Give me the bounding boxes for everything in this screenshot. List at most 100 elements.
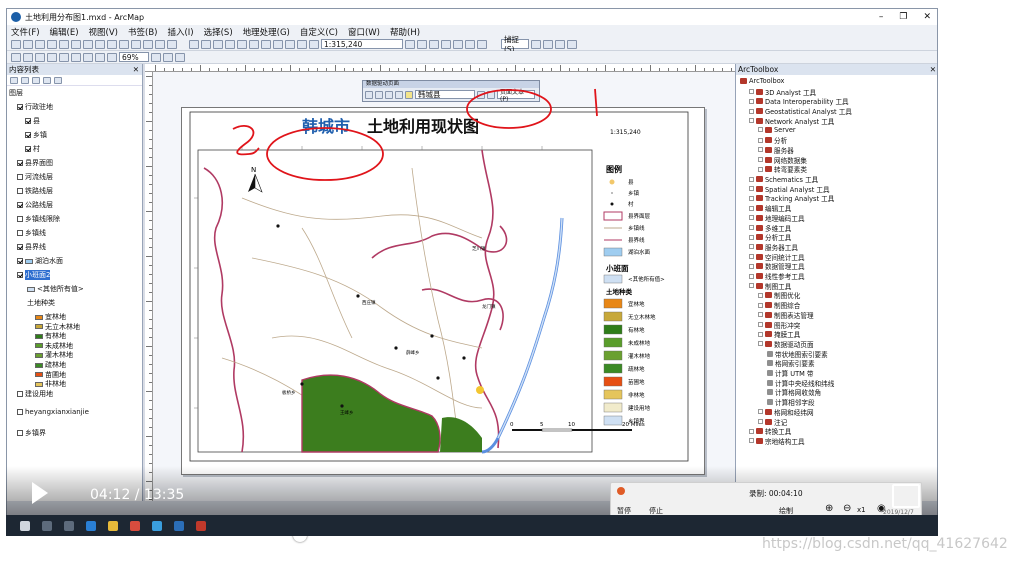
toolbox-item[interactable]: 掩膜工具 — [758, 329, 800, 339]
layer-checkbox[interactable] — [17, 258, 23, 264]
layer-checkbox[interactable] — [17, 160, 23, 166]
toolbox-item[interactable]: Network Analyst 工具 — [749, 116, 834, 126]
toolbox-item[interactable]: 制图综合 — [758, 300, 800, 310]
expand-icon[interactable] — [749, 186, 754, 192]
zoom-out-icon[interactable] — [23, 39, 33, 49]
layer-checkbox[interactable] — [17, 216, 23, 222]
snap-point-icon[interactable] — [531, 39, 541, 49]
expand-icon[interactable] — [758, 302, 763, 308]
layer-checkbox[interactable] — [25, 118, 31, 124]
zoom-out-recorder-icon[interactable]: ⊖ — [843, 503, 851, 514]
menu-item[interactable]: 文件(F) — [11, 26, 40, 38]
toc-item[interactable]: 建设用地 — [17, 389, 53, 399]
fixed-zoom-in-icon[interactable] — [59, 39, 69, 49]
toolbox-item[interactable]: 3D Analyst 工具 — [749, 87, 816, 97]
change-layout-icon[interactable] — [175, 52, 185, 62]
redo-icon[interactable] — [297, 39, 307, 49]
menu-item[interactable]: 帮助(H) — [390, 26, 420, 38]
list-by-visibility-icon[interactable] — [32, 76, 40, 84]
toolbox-item[interactable]: ArcToolbox — [740, 77, 784, 85]
layer-checkbox[interactable] — [17, 430, 23, 436]
layout-zoom-in-icon[interactable] — [11, 52, 21, 62]
toc-item[interactable]: 乡镇 — [25, 130, 47, 140]
toc-options-icon[interactable] — [54, 76, 62, 84]
minimize-icon[interactable]: – — [879, 12, 884, 22]
python-icon[interactable] — [477, 39, 487, 49]
toc-item[interactable]: 村 — [25, 144, 40, 154]
list-by-drawing-order-icon[interactable] — [10, 76, 18, 84]
expand-icon[interactable] — [758, 312, 763, 318]
expand-icon[interactable] — [758, 322, 763, 327]
toggle-draft-icon[interactable] — [151, 52, 161, 62]
list-by-source-icon[interactable] — [21, 76, 29, 84]
toc-item[interactable]: 灌木林地 — [35, 350, 73, 360]
toolbox-item[interactable]: 计算相邻字段 — [767, 397, 815, 407]
menu-item[interactable]: 视图(V) — [89, 26, 118, 38]
play-icon[interactable] — [32, 482, 48, 504]
layer-checkbox[interactable] — [17, 230, 23, 236]
save-icon[interactable] — [213, 39, 223, 49]
browser-icon[interactable] — [152, 520, 162, 531]
legend[interactable]: 图例县乡镇村县界面层乡镇线县界线湖泊水面小班面 <其他所有值> 土地种类宜林地无立木… — [603, 164, 665, 426]
toolbox-item[interactable]: 计算中央经线和纬线 — [767, 378, 834, 388]
list-by-selection-icon[interactable] — [43, 76, 51, 84]
toc-item[interactable]: 县 — [25, 116, 40, 126]
menu-item[interactable]: 自定义(C) — [300, 26, 338, 38]
toc-item[interactable]: 河流线层 — [17, 172, 53, 182]
toolbox-item[interactable]: 服务器 — [758, 145, 794, 155]
toc-item[interactable]: 行政驻地 — [17, 102, 53, 112]
measure-icon[interactable] — [167, 39, 177, 49]
toolbox-icon[interactable] — [465, 39, 475, 49]
fixed-layout-zoom-in-icon[interactable] — [71, 52, 81, 62]
editor-icon[interactable] — [405, 39, 415, 49]
expand-icon[interactable] — [758, 341, 763, 347]
toolbox-item[interactable]: 制图优化 — [758, 290, 800, 300]
fixed-layout-zoom-out-icon[interactable] — [83, 52, 93, 62]
back-icon[interactable] — [83, 39, 93, 49]
toolbox-item[interactable]: Spatial Analyst 工具 — [749, 184, 830, 194]
select-features-icon[interactable] — [107, 39, 117, 49]
toc-item[interactable]: 疏林地 — [35, 360, 66, 370]
snap-end-icon[interactable] — [543, 39, 553, 49]
toolbox-item[interactable]: 制图表达管理 — [758, 310, 814, 320]
page-field-select[interactable]: 韩城县 — [415, 90, 475, 99]
toc-icon[interactable] — [429, 39, 439, 49]
map-title-city[interactable]: 韩城市 — [302, 117, 350, 136]
toolbox-item[interactable]: Geostatistical Analyst 工具 — [749, 106, 852, 116]
layout-page[interactable]: N 0 5 10 20 Miles 韩城市 土地利用现状图 1:315,240 … — [181, 107, 705, 475]
toc-item[interactable]: 有林地 — [35, 331, 66, 341]
toc-item[interactable]: 铁路线层 — [17, 186, 53, 196]
toolbox-item[interactable]: 编辑工具 — [749, 203, 791, 213]
layer-checkbox[interactable] — [17, 174, 23, 180]
snap-edge-icon[interactable] — [567, 39, 577, 49]
expand-icon[interactable] — [749, 215, 754, 221]
delete-icon[interactable] — [273, 39, 283, 49]
expand-icon[interactable] — [749, 254, 754, 260]
toolbox-item[interactable]: 转换工具 — [749, 426, 791, 436]
table-icon[interactable] — [417, 39, 427, 49]
expand-icon[interactable] — [749, 225, 754, 230]
maximize-icon[interactable]: ❐ — [899, 12, 907, 22]
expand-icon[interactable] — [749, 234, 754, 240]
layer-checkbox[interactable] — [17, 202, 23, 208]
toolbox-item[interactable]: 格网索引要素 — [767, 358, 815, 368]
print-icon[interactable] — [225, 39, 235, 49]
expand-icon[interactable] — [758, 419, 763, 424]
toolbox-item[interactable]: 计算格网收敛角 — [767, 387, 821, 397]
expand-icon[interactable] — [749, 244, 754, 250]
expand-icon[interactable] — [758, 137, 763, 143]
toolbox-item[interactable]: 带状地图索引要素 — [767, 349, 828, 359]
menu-item[interactable]: 地理处理(G) — [243, 26, 290, 38]
toc-item[interactable]: 非林地 — [35, 379, 66, 389]
toc-item[interactable]: heyangxianxianjie — [17, 408, 89, 416]
layer-checkbox[interactable] — [17, 272, 23, 278]
close-icon[interactable]: ✕ — [923, 12, 931, 22]
pan-icon[interactable] — [35, 39, 45, 49]
search-taskbar-icon[interactable] — [42, 520, 52, 531]
layout-forward-icon[interactable] — [107, 52, 117, 62]
zoom-whole-page-icon[interactable] — [47, 52, 57, 62]
zoom-percent-select[interactable]: 69% — [119, 52, 149, 62]
toc-item[interactable]: 宜林地 — [35, 312, 66, 322]
toolbox-item[interactable]: 注记 — [758, 417, 787, 427]
toc-close-icon[interactable]: ✕ — [133, 65, 139, 74]
